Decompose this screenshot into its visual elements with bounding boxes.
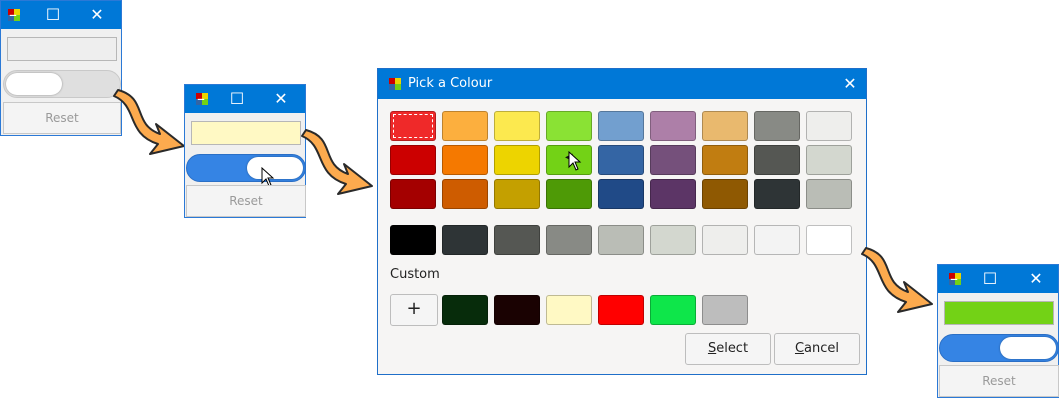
toggle-switch-on[interactable]	[939, 334, 1059, 362]
reset-button[interactable]: Reset	[3, 102, 121, 134]
custom-color-swatch[interactable]	[598, 295, 644, 325]
maximize-icon[interactable]: ☐	[219, 85, 255, 113]
color-swatch[interactable]	[806, 145, 852, 175]
custom-color-swatch[interactable]	[494, 295, 540, 325]
color-swatch[interactable]	[494, 111, 540, 141]
mouse-cursor-icon	[261, 167, 275, 187]
maximize-icon[interactable]: ☐	[972, 265, 1008, 293]
minimize-icon[interactable]: –	[183, 85, 219, 113]
gray-swatch[interactable]	[390, 225, 436, 255]
reset-button[interactable]: Reset	[186, 185, 306, 217]
title-bar[interactable]: – ☐ ✕	[1, 1, 121, 29]
gray-swatch[interactable]	[442, 225, 488, 255]
color-swatch[interactable]	[546, 179, 592, 209]
color-swatch[interactable]	[806, 179, 852, 209]
close-icon[interactable]: ✕	[263, 85, 299, 113]
toggle-switch-off[interactable]	[3, 70, 121, 98]
grayscale-row	[390, 223, 856, 257]
color-swatch[interactable]	[442, 111, 488, 141]
gray-swatch[interactable]	[754, 225, 800, 255]
color-swatch[interactable]	[598, 111, 644, 141]
color-swatch[interactable]	[442, 179, 488, 209]
add-custom-color-button[interactable]: +	[390, 294, 438, 326]
window-after-pick: – ☐ ✕ Reset	[184, 84, 306, 218]
color-swatch[interactable]	[442, 145, 488, 175]
toggle-knob[interactable]	[247, 157, 303, 179]
color-swatch[interactable]	[390, 111, 436, 141]
custom-row: +	[390, 294, 856, 328]
select-button[interactable]: Select	[685, 333, 771, 365]
close-icon[interactable]: ✕	[1018, 265, 1054, 293]
custom-color-swatch[interactable]	[650, 295, 696, 325]
color-swatch[interactable]	[754, 111, 800, 141]
toggle-knob[interactable]	[6, 73, 62, 95]
title-bar[interactable]: – ☐ ✕	[185, 85, 305, 113]
color-swatch[interactable]	[598, 145, 644, 175]
minimize-icon[interactable]: –	[936, 265, 972, 293]
maximize-icon[interactable]: ☐	[35, 1, 71, 29]
color-swatch[interactable]	[650, 179, 696, 209]
color-swatch[interactable]	[390, 145, 436, 175]
minimize-icon[interactable]: –	[0, 1, 31, 29]
color-swatch[interactable]	[702, 111, 748, 141]
color-swatch[interactable]	[702, 145, 748, 175]
arrow-icon	[861, 247, 933, 313]
window-initial: – ☐ ✕ Reset	[0, 0, 122, 136]
arrow-icon	[301, 129, 373, 195]
palette-grid: ◀	[390, 111, 856, 213]
custom-color-swatch[interactable]	[442, 295, 488, 325]
color-swatch[interactable]	[806, 111, 852, 141]
custom-color-swatch[interactable]	[546, 295, 592, 325]
color-swatch[interactable]	[754, 179, 800, 209]
close-icon[interactable]: ✕	[79, 1, 115, 29]
color-swatch[interactable]	[702, 179, 748, 209]
color-swatch[interactable]	[494, 179, 540, 209]
arrow-icon	[113, 89, 185, 155]
dialog-title-bar[interactable]: Pick a Colour ✕	[378, 69, 866, 99]
color-entry[interactable]	[191, 121, 301, 145]
color-swatch[interactable]	[390, 179, 436, 209]
toggle-switch-on[interactable]	[186, 154, 306, 182]
gray-swatch[interactable]	[702, 225, 748, 255]
title-bar[interactable]: – ☐ ✕	[938, 265, 1058, 293]
color-entry[interactable]	[7, 37, 117, 61]
color-entry[interactable]	[944, 301, 1054, 325]
color-swatch[interactable]	[650, 111, 696, 141]
custom-label: Custom	[390, 267, 440, 282]
cancel-button[interactable]: Cancel	[774, 333, 860, 365]
gray-swatch[interactable]	[494, 225, 540, 255]
color-swatch[interactable]	[754, 145, 800, 175]
color-swatch[interactable]	[598, 179, 644, 209]
gray-swatch[interactable]	[546, 225, 592, 255]
color-swatch[interactable]	[650, 145, 696, 175]
dialog-title: Pick a Colour	[408, 76, 493, 91]
gray-swatch[interactable]	[650, 225, 696, 255]
gray-swatch[interactable]	[598, 225, 644, 255]
colour-dialog: Pick a Colour ✕ ◀ Custom + Select Cancel	[377, 68, 867, 375]
window-final: – ☐ ✕ Reset	[937, 264, 1059, 398]
toggle-knob[interactable]	[1000, 337, 1056, 359]
color-swatch[interactable]	[546, 111, 592, 141]
mouse-cursor-icon	[568, 151, 582, 171]
app-icon	[389, 78, 401, 90]
reset-button[interactable]: Reset	[939, 365, 1059, 397]
close-icon[interactable]: ✕	[832, 69, 868, 99]
gray-swatch[interactable]	[806, 225, 852, 255]
color-swatch[interactable]	[494, 145, 540, 175]
custom-color-swatch[interactable]	[702, 295, 748, 325]
